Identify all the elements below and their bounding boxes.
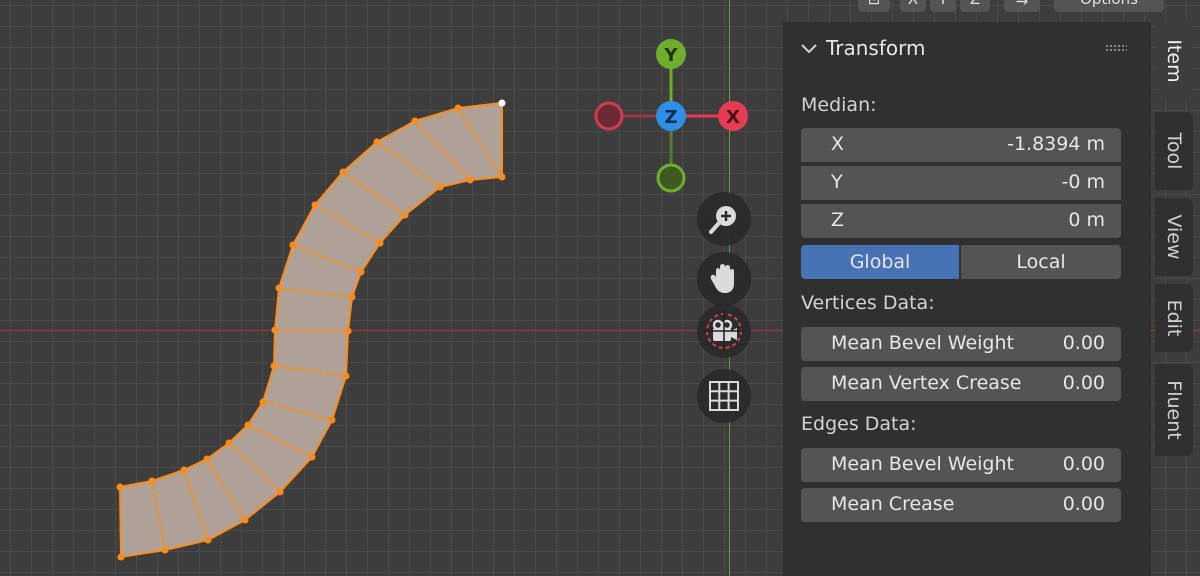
field-label: Mean Crease (831, 493, 955, 515)
tab-fluent[interactable]: Fluent (1155, 364, 1193, 456)
field-value: 0.00 (1062, 332, 1105, 354)
vertices-data-label: Vertices Data: (801, 292, 935, 314)
field-label: Z (831, 209, 845, 231)
y-handle-label: Y (663, 45, 678, 66)
mesh-vertex[interactable] (148, 477, 156, 485)
mesh-vertex[interactable] (401, 211, 409, 219)
mesh-vertex[interactable] (161, 546, 169, 554)
axis-z-toggle[interactable]: Z (960, 0, 990, 12)
neg-y-handle[interactable] (656, 163, 686, 193)
z-handle-label: Z (664, 107, 677, 128)
field-label: Mean Bevel Weight (831, 332, 1014, 354)
grid-icon (709, 381, 739, 411)
tab-label: Edit (1163, 299, 1185, 337)
mesh-vertex[interactable] (311, 201, 319, 209)
mesh-vertex[interactable] (436, 183, 444, 191)
transform-panel-header[interactable]: Transform (783, 22, 1151, 76)
tab-edit[interactable]: Edit (1155, 284, 1193, 352)
local-toggle[interactable]: Local (961, 245, 1121, 279)
mesh-vertex[interactable] (259, 398, 267, 406)
zoom-button[interactable] (697, 192, 751, 246)
sidebar-panel: Transform Median: X -1.8394 m Y -0 m Z 0… (783, 22, 1151, 576)
mesh-vertex[interactable] (342, 372, 350, 380)
mesh-vertex[interactable] (289, 241, 297, 249)
mesh-vertex[interactable] (308, 453, 316, 461)
field-label: Mean Bevel Weight (831, 453, 1014, 475)
median-x-field[interactable]: X -1.8394 m (801, 128, 1121, 162)
tab-label: Item (1163, 39, 1185, 83)
mesh-vertex[interactable] (328, 416, 336, 424)
camera-view-button[interactable] (697, 304, 751, 358)
mirror-icon[interactable]: ⇆ (1004, 0, 1040, 12)
edges-data-label: Edges Data: (801, 413, 917, 435)
mesh-vertex[interactable] (357, 268, 365, 276)
tab-label: Tool (1163, 132, 1185, 170)
neg-x-handle[interactable] (594, 101, 624, 131)
zoom-icon (709, 206, 736, 234)
mesh-vertex[interactable] (180, 466, 188, 474)
global-toggle[interactable]: Global (801, 245, 959, 279)
mesh-vertex[interactable] (204, 536, 212, 544)
mesh-vertex[interactable] (276, 488, 284, 496)
mesh-vertex[interactable] (498, 99, 506, 107)
drag-handle-icon[interactable] (1105, 44, 1127, 52)
mesh-vertex[interactable] (117, 553, 125, 561)
mesh-vertex[interactable] (225, 439, 233, 447)
field-label: X (831, 133, 845, 155)
mesh-vertex[interactable] (275, 284, 283, 292)
panel-title: Transform (826, 36, 926, 60)
mesh-vertex[interactable] (203, 455, 211, 463)
chevron-down-icon (801, 44, 817, 54)
edge-bevel-weight-field[interactable]: Mean Bevel Weight 0.00 (801, 448, 1121, 482)
axis-x-toggle[interactable]: X (900, 0, 926, 12)
field-value: 0.00 (1062, 453, 1105, 475)
field-value: -1.8394 m (1007, 133, 1105, 155)
mesh-vertex[interactable] (373, 138, 381, 146)
field-value: -0 m (1061, 171, 1106, 193)
tab-label: Fluent (1163, 380, 1185, 440)
mesh-vertex[interactable] (466, 176, 474, 184)
tab-item[interactable]: Item (1155, 22, 1193, 100)
options-dropdown[interactable]: Options (1054, 0, 1164, 12)
mesh-vertex[interactable] (241, 516, 249, 524)
x-handle-label: X (726, 107, 740, 128)
mesh-vertex[interactable] (339, 168, 347, 176)
navigation-gizmo[interactable]: X Y Z (590, 35, 760, 205)
mesh-vertex[interactable] (116, 483, 124, 491)
hand-icon (710, 264, 734, 293)
tab-label: View (1163, 214, 1185, 260)
tab-tool[interactable]: Tool (1155, 112, 1193, 190)
field-value: 0.00 (1062, 493, 1105, 515)
mesh-vertex[interactable] (498, 173, 506, 181)
edge-crease-field[interactable]: Mean Crease 0.00 (801, 488, 1121, 522)
mesh-vertex[interactable] (348, 293, 356, 301)
field-value: 0 m (1068, 209, 1105, 231)
vertex-crease-field[interactable]: Mean Vertex Crease 0.00 (801, 367, 1121, 401)
tab-view[interactable]: View (1155, 198, 1193, 276)
ortho-toggle-button[interactable] (697, 369, 751, 423)
camera-icon (704, 311, 744, 351)
axis-y-toggle[interactable]: Y (930, 0, 956, 12)
vertex-bevel-weight-field[interactable]: Mean Bevel Weight 0.00 (801, 327, 1121, 361)
field-label: Y (831, 171, 843, 193)
field-value: 0.00 (1062, 372, 1105, 394)
mesh-vertex[interactable] (270, 362, 278, 370)
mesh-vertex[interactable] (454, 104, 462, 112)
field-label: Mean Vertex Crease (831, 372, 1022, 394)
median-y-field[interactable]: Y -0 m (801, 166, 1121, 200)
pan-button[interactable] (697, 252, 751, 306)
mesh-vertex[interactable] (411, 117, 419, 125)
snap-icon[interactable]: ⊡ (858, 0, 890, 12)
mesh-vertex[interactable] (376, 239, 384, 247)
median-z-field[interactable]: Z 0 m (801, 204, 1121, 238)
median-label: Median: (801, 94, 877, 116)
mesh-vertex[interactable] (344, 327, 352, 335)
mesh-vertex[interactable] (244, 421, 252, 429)
mesh-vertex[interactable] (271, 326, 279, 334)
